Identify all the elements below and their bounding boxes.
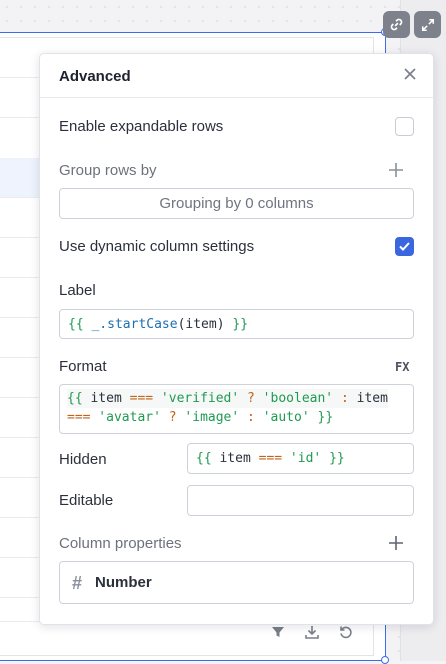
plus-icon (389, 163, 403, 177)
code-var: item (211, 451, 259, 466)
refresh-icon[interactable] (336, 624, 356, 644)
code-brace: {{ (67, 391, 83, 406)
fx-toggle[interactable]: FX (395, 360, 409, 374)
code-operator: === (258, 451, 283, 466)
code-args: (item) (177, 317, 225, 332)
add-column-property-button[interactable] (388, 535, 404, 551)
hidden-label: Hidden (59, 451, 107, 468)
code-operator: ? (239, 391, 255, 406)
format-label: Format (59, 358, 107, 375)
code-brace: {{ (68, 317, 84, 332)
editable-label: Editable (59, 492, 114, 509)
code-function: _.startCase (83, 317, 178, 332)
download-icon[interactable] (302, 624, 322, 644)
plus-icon (389, 536, 403, 550)
dynamic-columns-label: Use dynamic column settings (59, 238, 255, 255)
grouping-field[interactable]: Grouping by 0 columns (59, 188, 414, 219)
close-button[interactable] (403, 67, 419, 83)
code-operator: ? (160, 410, 177, 425)
expandable-rows-label: Enable expandable rows (59, 118, 224, 135)
code-brace: {{ (196, 451, 212, 466)
code-operator: === (129, 391, 154, 406)
editable-input[interactable] (187, 485, 414, 516)
code-var: item (348, 391, 388, 406)
code-string: 'image' (176, 410, 240, 425)
code-operator: : (239, 410, 255, 425)
code-brace: }} (321, 451, 345, 466)
add-group-button[interactable] (388, 162, 404, 178)
filter-icon[interactable] (268, 625, 288, 643)
advanced-settings-panel: Advanced Enable expandable rows Group ro… (39, 53, 434, 625)
expand-button[interactable] (414, 11, 441, 38)
code-operator: : (333, 391, 349, 406)
panel-header: Advanced (40, 54, 433, 98)
expandable-rows-checkbox[interactable] (395, 117, 414, 136)
dynamic-columns-checkbox[interactable] (395, 237, 414, 256)
code-string: 'avatar' (90, 410, 161, 425)
code-brace: }} (224, 317, 249, 332)
group-rows-label: Group rows by (59, 162, 157, 179)
link-icon (390, 18, 403, 31)
check-icon (399, 242, 410, 251)
code-var: item (82, 391, 130, 406)
close-icon (404, 68, 416, 80)
column-type-label: Number (95, 574, 152, 591)
hash-icon: # (72, 573, 83, 593)
expand-icon (421, 18, 434, 31)
hidden-input[interactable]: {{ item === 'id' }} (187, 443, 414, 474)
code-string: 'boolean' (254, 391, 334, 406)
label-input[interactable]: {{ _.startCase(item) }} (59, 309, 414, 339)
code-string: 'id' (282, 451, 322, 466)
resize-handle[interactable] (381, 656, 389, 664)
code-operator: === (67, 410, 91, 425)
format-input[interactable]: {{ item === 'verified' ? 'boolean' : ite… (59, 384, 414, 434)
column-property-item[interactable]: # Number (59, 561, 414, 604)
code-brace: }} (309, 410, 334, 425)
code-string: 'auto' (254, 410, 310, 425)
panel-title: Advanced (59, 68, 131, 85)
column-properties-label: Column properties (59, 535, 182, 552)
link-button[interactable] (383, 11, 410, 38)
label-field-label: Label (59, 282, 96, 299)
table-footer-toolbar (268, 624, 356, 644)
code-string: 'verified' (153, 391, 240, 406)
